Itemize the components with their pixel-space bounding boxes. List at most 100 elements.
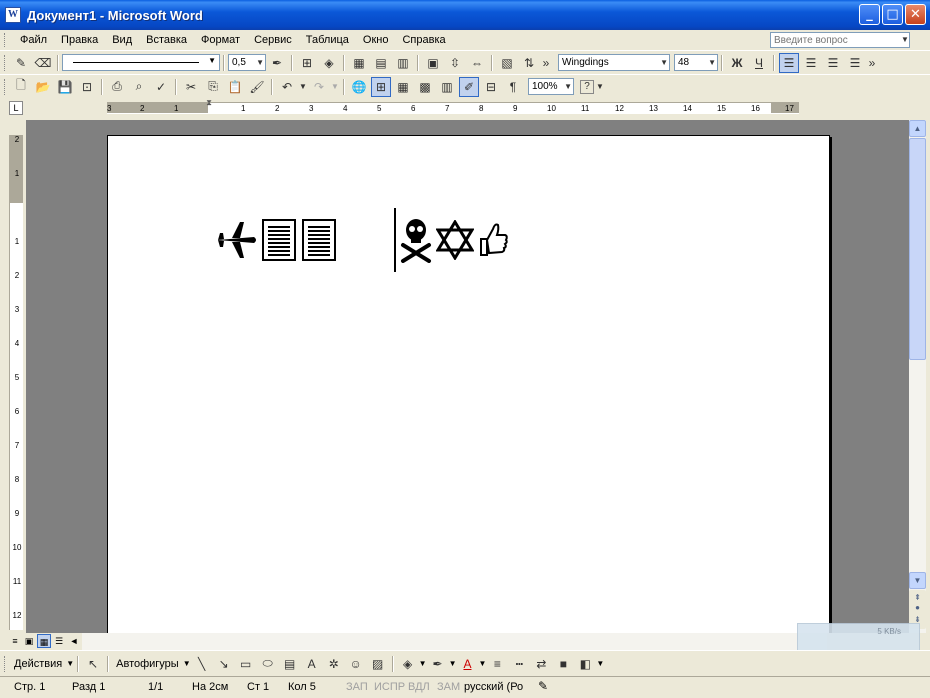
borders-icon[interactable]: ⊞	[297, 53, 317, 73]
zoom-dropdown[interactable]: 100% ▼	[528, 78, 574, 95]
font-color-dropdown-icon[interactable]: ▼	[478, 659, 486, 668]
drawing-icon[interactable]: ✐	[459, 76, 479, 97]
line-style-icon[interactable]: ≡	[487, 654, 507, 674]
help-dropdown-icon[interactable]: ▼	[596, 77, 604, 97]
new-document-icon[interactable]: 🗋	[11, 77, 31, 97]
vertical-ruler[interactable]: 2 1 1 2 3 4 5 6 7 8 9 10 11 12	[9, 135, 23, 630]
undo-icon[interactable]: ↶	[277, 77, 297, 97]
menu-insert[interactable]: Вставка	[139, 34, 194, 46]
tables-borders-icon[interactable]: ⊞	[371, 76, 391, 97]
menu-window[interactable]: Окно	[356, 34, 396, 46]
outline-view-icon[interactable]: ☰	[52, 634, 66, 648]
scroll-thumb[interactable]	[909, 138, 926, 360]
print-layout-icon[interactable]: ▦	[37, 634, 51, 648]
word-app-icon[interactable]: W	[5, 7, 21, 23]
font-name-dropdown[interactable]: Wingdings ▼	[558, 54, 670, 71]
vertical-scrollbar[interactable]: ▲ ▼ ⇞ ● ⇟	[909, 120, 926, 633]
permission-icon[interactable]: ⊡	[77, 77, 97, 97]
border-color-icon[interactable]: ✒	[267, 53, 287, 73]
line-weight-dropdown[interactable]: 0,5 ▼	[228, 54, 266, 71]
status-overtype[interactable]: ЗАМ	[437, 681, 460, 693]
save-icon[interactable]: 💾	[55, 77, 75, 97]
line-style-dropdown[interactable]: ▼	[62, 54, 220, 71]
tab-selector[interactable]: L	[9, 101, 23, 115]
bold-button[interactable]: Ж	[727, 53, 747, 73]
align-cell-icon[interactable]: ▣	[423, 53, 443, 73]
toolbar-grip[interactable]	[4, 54, 7, 71]
horizontal-scrollbar[interactable]	[82, 633, 827, 650]
arrow-style-icon[interactable]: ⇄	[531, 654, 551, 674]
menu-file[interactable]: Файл	[13, 34, 54, 46]
open-folder-icon[interactable]: 📂	[33, 77, 53, 97]
eraser-icon[interactable]: ⌫	[33, 53, 53, 73]
minimize-button[interactable]: _	[859, 4, 880, 25]
menu-help[interactable]: Справка	[395, 34, 452, 46]
font-color-icon[interactable]: A	[457, 654, 477, 674]
insert-excel-icon[interactable]: ▩	[415, 77, 435, 97]
show-hide-icon[interactable]: ¶	[503, 77, 523, 97]
dash-style-icon[interactable]: ┅	[509, 654, 529, 674]
fill-color-icon[interactable]: ◈	[398, 654, 418, 674]
shading-color-icon[interactable]: ◈	[319, 53, 339, 73]
align-right-icon[interactable]: ☰	[823, 53, 843, 73]
normal-view-icon[interactable]: ≡	[8, 634, 22, 648]
sort-icon[interactable]: ⇅	[519, 53, 539, 73]
status-extend[interactable]: ВДЛ	[408, 681, 430, 693]
status-record-macro[interactable]: ЗАП	[346, 681, 368, 693]
scroll-left-icon[interactable]: ◄	[67, 634, 81, 648]
columns-icon[interactable]: ▥	[437, 77, 457, 97]
3d-style-icon[interactable]: ◧	[575, 654, 595, 674]
print-preview-icon[interactable]: ⌕	[129, 77, 149, 97]
formatting-more-icon[interactable]: »	[867, 53, 877, 73]
oval-tool-icon[interactable]: ⬭	[258, 654, 278, 674]
autoshapes-menu[interactable]: Автофигуры	[112, 658, 183, 670]
help-question-input[interactable]	[770, 32, 910, 48]
help-dropdown-arrow-icon[interactable]: ▼	[900, 32, 910, 48]
undo-dropdown-icon[interactable]: ▼	[299, 77, 307, 97]
select-objects-icon[interactable]: ↖	[83, 654, 103, 674]
insert-table-icon[interactable]: ▦	[393, 77, 413, 97]
arrow-tool-icon[interactable]: ↘	[214, 654, 234, 674]
autoshapes-dropdown-icon[interactable]: ▼	[183, 659, 191, 668]
scroll-up-icon[interactable]: ▲	[909, 120, 926, 137]
web-layout-icon[interactable]: ▣	[22, 634, 36, 648]
maximize-button[interactable]: □	[882, 4, 903, 25]
align-center-icon[interactable]: ☰	[801, 53, 821, 73]
status-language[interactable]: русский (Ро	[464, 681, 523, 693]
line-color-icon[interactable]: ✒	[428, 654, 448, 674]
status-track-changes[interactable]: ИСПР	[374, 681, 405, 693]
textbox-tool-icon[interactable]: ▤	[280, 654, 300, 674]
spelling-status-icon[interactable]: ✎	[538, 679, 548, 693]
paste-icon[interactable]: 📋	[225, 77, 245, 97]
redo-icon[interactable]: ↷	[309, 77, 329, 97]
menu-tools[interactable]: Сервис	[247, 34, 299, 46]
merge-cells-icon[interactable]: ▤	[371, 53, 391, 73]
cut-icon[interactable]: ✂	[181, 77, 201, 97]
distribute-rows-icon[interactable]: ⇳	[445, 53, 465, 73]
table-autoformat-icon[interactable]: ▧	[497, 53, 517, 73]
toolbar-more-icon[interactable]: »	[541, 53, 551, 73]
actions-dropdown-icon[interactable]: ▼	[66, 659, 74, 668]
menu-table[interactable]: Таблица	[299, 34, 356, 46]
indent-marker-icon[interactable]: ⧗	[204, 98, 214, 120]
fill-color-dropdown-icon[interactable]: ▼	[419, 659, 427, 668]
close-button[interactable]: ✕	[905, 4, 926, 25]
format-painter-icon[interactable]: 🖌	[247, 77, 267, 97]
insert-table-icon[interactable]: ▦	[349, 53, 369, 73]
help-icon[interactable]: ?	[580, 79, 594, 94]
actions-menu[interactable]: Действия	[10, 658, 66, 670]
copy-icon[interactable]: ⎘	[203, 77, 223, 97]
underline-button[interactable]: Ч	[749, 53, 769, 73]
line-color-dropdown-icon[interactable]: ▼	[449, 659, 457, 668]
menu-grip[interactable]	[4, 33, 7, 47]
print-icon[interactable]: ⎙	[107, 77, 127, 97]
wordart-icon[interactable]: A	[302, 654, 322, 674]
drawing-more-icon[interactable]: ▼	[596, 659, 604, 668]
insert-picture-icon[interactable]: ▨	[368, 654, 388, 674]
document-page[interactable]	[107, 135, 830, 633]
distribute-columns-icon[interactable]: ⇔	[467, 53, 487, 73]
toolbar-grip[interactable]	[4, 655, 7, 672]
diagram-icon[interactable]: ✲	[324, 654, 344, 674]
menu-view[interactable]: Вид	[105, 34, 139, 46]
draw-table-icon[interactable]: ✎	[11, 53, 31, 73]
